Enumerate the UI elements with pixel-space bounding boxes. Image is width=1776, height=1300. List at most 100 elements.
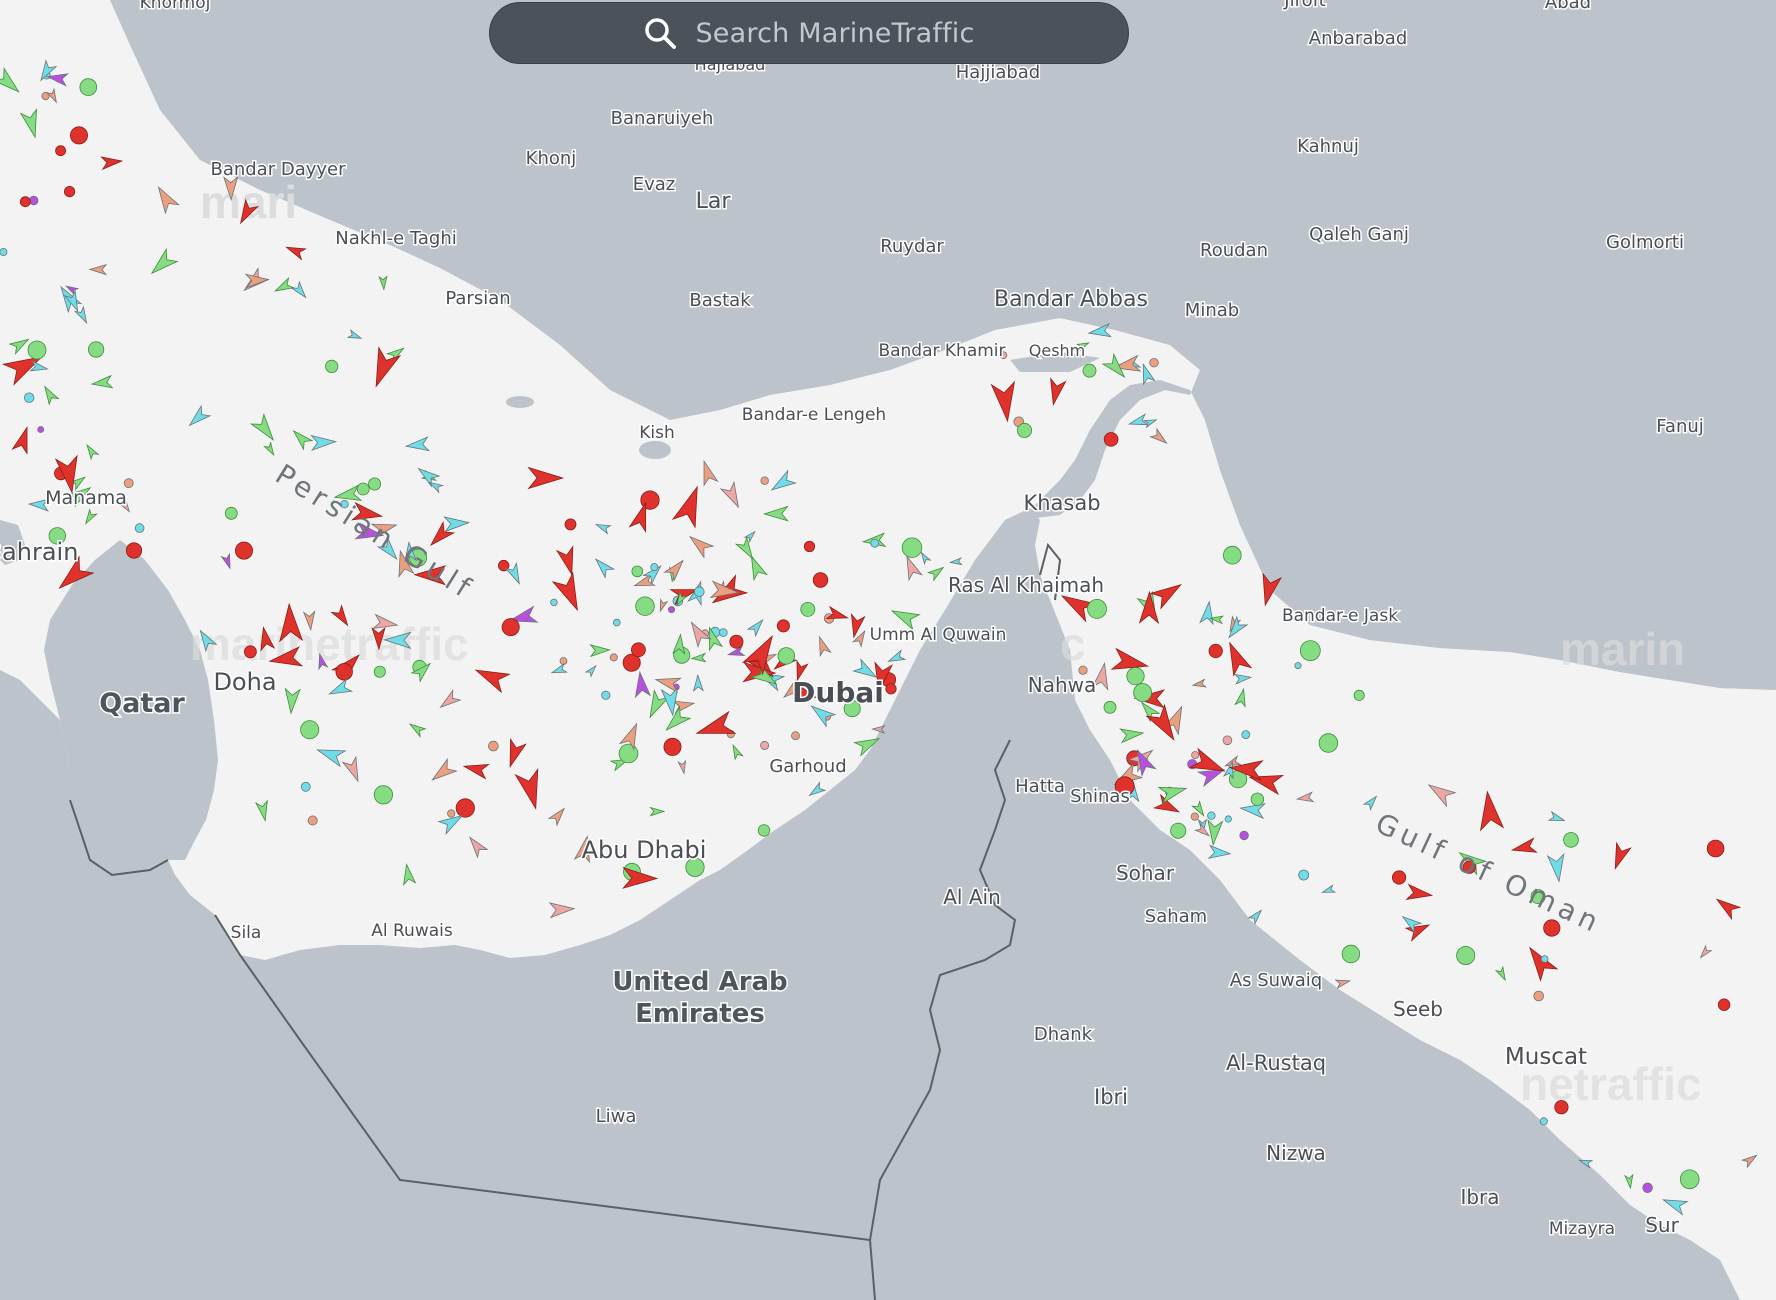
vessel-marker[interactable] — [777, 647, 796, 665]
vessel-marker[interactable] — [55, 145, 66, 157]
city-label[interactable]: Dubai — [791, 675, 886, 711]
vessel-marker[interactable] — [1353, 689, 1365, 701]
vessel-marker[interactable] — [1298, 869, 1310, 881]
vessel-marker[interactable] — [79, 78, 98, 96]
vessel-marker[interactable] — [1103, 432, 1119, 447]
city-label[interactable]: Bahrain — [0, 537, 80, 568]
vessel-marker[interactable] — [718, 628, 728, 637]
vessel-marker[interactable] — [368, 477, 382, 491]
vessel-marker[interactable] — [325, 359, 339, 373]
city-label[interactable]: Dhank — [1032, 1023, 1094, 1047]
vessel-marker[interactable] — [1706, 839, 1725, 858]
search-bar[interactable]: Search MarineTraffic — [489, 2, 1129, 64]
city-label[interactable]: Banaruiyeh — [609, 107, 715, 131]
vessel-marker[interactable] — [1170, 822, 1187, 839]
vessel-marker[interactable] — [612, 618, 621, 627]
vessel-marker[interactable] — [1191, 751, 1200, 760]
city-label[interactable]: Mizayra — [1547, 1218, 1616, 1241]
city-label[interactable]: Ibra — [1459, 1184, 1501, 1211]
map-canvas[interactable]: mari marinetraffic c netraffic marin Kho… — [0, 0, 1776, 1300]
vessel-marker[interactable] — [803, 540, 816, 553]
vessel-marker[interactable] — [870, 538, 880, 548]
vessel-marker[interactable] — [1103, 700, 1117, 714]
vessel-marker[interactable] — [447, 809, 456, 818]
vessel-marker[interactable] — [1207, 811, 1216, 820]
vessel-marker[interactable] — [1341, 944, 1361, 964]
vessel-marker[interactable] — [1239, 830, 1249, 841]
vessel-marker[interactable] — [1149, 358, 1159, 368]
vessel-marker[interactable] — [1456, 946, 1476, 966]
city-label[interactable]: Seeb — [1392, 996, 1445, 1023]
vessel-marker[interactable] — [776, 619, 790, 633]
vessel-marker[interactable] — [64, 186, 76, 198]
vessel-marker[interactable] — [134, 523, 145, 533]
city-label[interactable]: Umm Al Quwain — [868, 624, 1008, 647]
vessel-marker[interactable] — [1017, 422, 1033, 438]
vessel-marker[interactable] — [1222, 735, 1233, 746]
vessel-marker[interactable] — [1540, 955, 1549, 963]
vessel-marker[interactable] — [307, 815, 318, 826]
city-label[interactable]: Bandar Khamir — [877, 340, 1007, 363]
vessel-marker[interactable] — [1241, 730, 1251, 739]
city-label[interactable]: Nakhl-e Taghi — [334, 227, 459, 251]
city-label[interactable]: Manama — [44, 486, 129, 511]
city-label[interactable]: Fanuj — [1655, 415, 1706, 439]
vessel-marker[interactable] — [1318, 733, 1339, 753]
vessel-marker[interactable] — [1539, 1117, 1548, 1126]
city-label[interactable]: Sila — [229, 922, 263, 945]
vessel-marker[interactable] — [1533, 990, 1544, 1002]
vessel-marker[interactable] — [693, 586, 705, 597]
vessel-marker[interactable] — [812, 572, 829, 588]
vessel-marker[interactable] — [760, 740, 770, 750]
vessel-marker[interactable] — [1082, 363, 1097, 378]
vessel-marker[interactable] — [234, 541, 253, 560]
vessel-marker[interactable] — [1679, 1169, 1700, 1190]
city-label[interactable]: Qeshm — [1027, 340, 1087, 362]
vessel-marker[interactable] — [1223, 545, 1242, 565]
vessel-marker[interactable] — [650, 563, 659, 572]
vessel-marker[interactable] — [488, 740, 499, 752]
city-label[interactable]: Kahnuj — [1296, 135, 1361, 159]
vessel-marker[interactable] — [0, 248, 8, 256]
city-label[interactable]: Evaz — [631, 173, 677, 197]
vessel-marker[interactable] — [24, 392, 35, 403]
vessel-marker[interactable] — [37, 426, 45, 433]
city-label[interactable]: Liwa — [594, 1105, 638, 1129]
city-label[interactable]: Shinas — [1069, 785, 1132, 809]
vessel-marker[interactable] — [335, 663, 353, 681]
vessel-marker[interactable] — [1208, 643, 1223, 659]
city-label[interactable]: Bastak — [688, 289, 753, 313]
city-label[interactable]: Ras Al Khaimah — [946, 572, 1105, 599]
vessel-marker[interactable] — [1563, 832, 1579, 848]
city-label[interactable]: Bandar-e Lengeh — [740, 404, 887, 427]
vessel-marker[interactable] — [791, 731, 800, 741]
city-label[interactable]: As Suwaiq — [1228, 969, 1323, 993]
city-label[interactable]: Nizwa — [1265, 1140, 1328, 1167]
vessel-marker[interactable] — [1224, 815, 1232, 823]
vessel-marker[interactable] — [1133, 683, 1152, 702]
city-label[interactable]: Lar — [694, 188, 733, 216]
city-label[interactable]: Golmorti — [1605, 231, 1686, 255]
city-label[interactable]: Doha — [212, 667, 278, 698]
city-label[interactable]: Abu Dhabi — [580, 835, 708, 866]
city-label[interactable]: Qaleh Ganj — [1308, 223, 1411, 247]
vessel-marker[interactable] — [885, 683, 897, 695]
vessel-marker[interactable] — [1126, 667, 1145, 686]
vessel-marker[interactable] — [564, 518, 577, 531]
city-label[interactable]: Al Ain — [942, 884, 1003, 911]
city-label[interactable]: Saham — [1143, 905, 1208, 929]
vessel-marker[interactable] — [1299, 640, 1321, 661]
vessel-marker[interactable] — [455, 798, 475, 818]
vessel-marker[interactable] — [609, 653, 618, 662]
city-label[interactable]: Nahwa — [1026, 672, 1098, 699]
vessel-marker[interactable] — [19, 196, 31, 208]
vessel-marker[interactable] — [300, 720, 320, 740]
vessel-marker[interactable] — [618, 743, 639, 764]
vessel-marker[interactable] — [70, 126, 89, 145]
vessel-marker[interactable] — [550, 598, 558, 607]
vessel-marker[interactable] — [243, 645, 257, 659]
city-label[interactable]: Jiroft — [1282, 0, 1327, 13]
vessel-marker[interactable] — [1392, 870, 1407, 885]
city-label[interactable]: Anbarabad — [1307, 27, 1409, 51]
vessel-marker[interactable] — [668, 606, 676, 614]
